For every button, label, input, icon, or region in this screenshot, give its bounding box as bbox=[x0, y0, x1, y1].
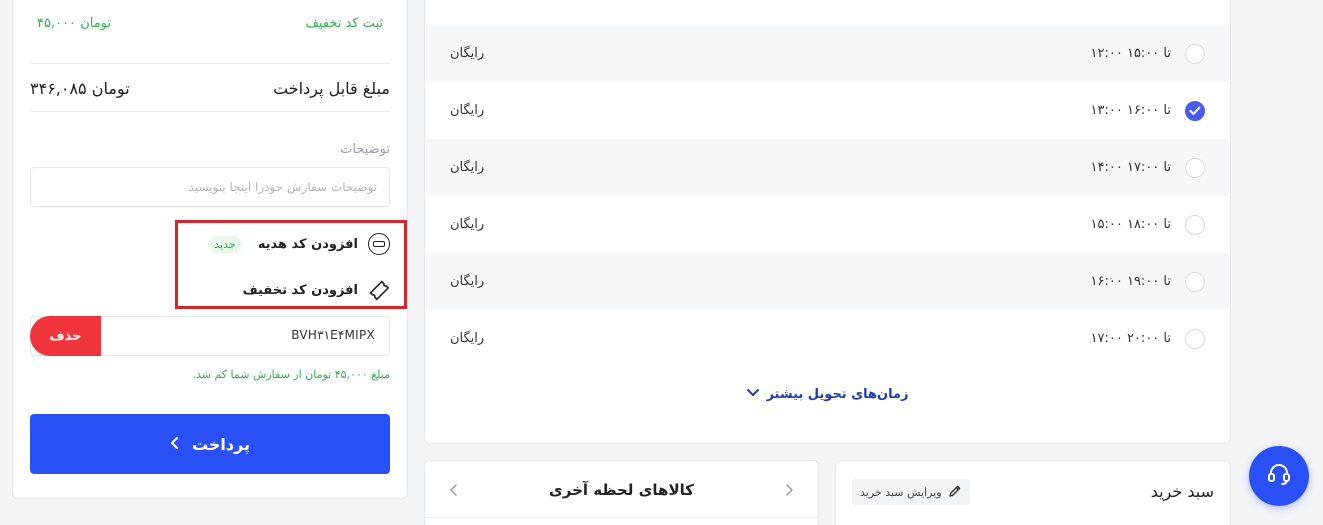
delivery-slot-row[interactable]: رایگان ۱۲:۰۰ تا ۱۵:۰۰ bbox=[426, 25, 1229, 82]
more-times-label: زمان‌های تحویل بیشتر bbox=[766, 387, 909, 402]
delivery-slot-row[interactable]: رایگان ۱۴:۰۰ تا ۱۷:۰۰ bbox=[426, 139, 1229, 196]
last-minute-products-card: کالاهای لحظه آخری bbox=[424, 460, 819, 525]
divider bbox=[30, 111, 390, 112]
slot-time: ۱۷:۰۰ تا ۲۰:۰۰ bbox=[1090, 331, 1171, 346]
divider bbox=[30, 63, 390, 64]
pay-label: پرداخت bbox=[191, 434, 251, 454]
discount-label: ثبت کد تخفیف bbox=[305, 15, 383, 31]
support-button[interactable] bbox=[1249, 446, 1309, 506]
pencil-icon bbox=[948, 484, 962, 501]
order-summary-card: ۴۵,۰۰۰ تومان ثبت کد تخفیف ۳۴۶,۰۸۵ تومان … bbox=[12, 0, 408, 499]
slot-time: ۱۵:۰۰ تا ۱۸:۰۰ bbox=[1090, 217, 1171, 232]
edit-cart-button[interactable]: ویرایش سبد خرید bbox=[852, 479, 970, 505]
promo-options-highlight: افزودن کد هدیه جدید افزودن کد تخفیف bbox=[175, 220, 407, 309]
add-discount-code-label: افزودن کد تخفیف bbox=[242, 282, 358, 298]
delivery-slot-row[interactable]: رایگان ۱۶:۰۰ تا ۱۹:۰۰ bbox=[426, 253, 1229, 310]
edit-cart-label: ویرایش سبد خرید bbox=[860, 485, 942, 499]
cart-card: ویرایش سبد خرید سبد خرید bbox=[835, 460, 1231, 525]
add-discount-code-button[interactable]: افزودن کد تخفیف bbox=[243, 278, 390, 302]
slot-time: ۱۲:۰۰ تا ۱۵:۰۰ bbox=[1090, 46, 1171, 61]
cart-title: سبد خرید bbox=[1150, 482, 1214, 501]
slot-radio[interactable] bbox=[1185, 328, 1205, 349]
payable-row: ۳۴۶,۰۸۵ تومان مبلغ قابل پرداخت bbox=[30, 75, 390, 101]
coupon-code-value: BVH۳۱E۴MIPX bbox=[291, 328, 375, 342]
add-gift-code-label: افزودن کد هدیه bbox=[257, 236, 358, 252]
new-badge: جدید bbox=[208, 235, 242, 253]
more-delivery-times-button[interactable]: زمان‌های تحویل بیشتر bbox=[425, 387, 1230, 402]
slot-time-group: ۱۵:۰۰ تا ۱۸:۰۰ bbox=[1090, 214, 1205, 235]
discount-amount: ۴۵,۰۰۰ تومان bbox=[37, 15, 111, 31]
chevron-down-icon bbox=[746, 387, 760, 402]
divider bbox=[425, 517, 818, 518]
delivery-slot-row[interactable]: رایگان ۱۳:۰۰ تا ۱۶:۰۰ bbox=[426, 82, 1229, 139]
next-chevron-icon[interactable] bbox=[780, 481, 798, 499]
slot-time: ۱۴:۰۰ تا ۱۷:۰۰ bbox=[1090, 160, 1171, 175]
discount-row: ۴۵,۰۰۰ تومان ثبت کد تخفیف bbox=[37, 13, 383, 33]
slot-time-group: ۱۷:۰۰ تا ۲۰:۰۰ bbox=[1090, 328, 1205, 349]
gift-card-icon bbox=[368, 233, 390, 255]
delivery-slot-row[interactable]: رایگان ۱۷:۰۰ تا ۲۰:۰۰ bbox=[426, 310, 1229, 367]
slot-price: رایگان bbox=[450, 46, 485, 61]
slot-price: رایگان bbox=[450, 103, 485, 118]
slot-radio[interactable] bbox=[1185, 271, 1205, 292]
slot-time: ۱۶:۰۰ تا ۱۹:۰۰ bbox=[1090, 274, 1171, 289]
check-icon bbox=[1189, 106, 1201, 115]
slot-radio[interactable] bbox=[1185, 157, 1205, 178]
slot-price: رایگان bbox=[450, 160, 485, 175]
applied-coupon-field: BVH۳۱E۴MIPX حذف bbox=[30, 316, 390, 356]
notes-label: توضیحات bbox=[340, 142, 390, 157]
pay-button[interactable]: پرداخت bbox=[30, 414, 390, 474]
payable-label: مبلغ قابل پرداخت bbox=[273, 78, 390, 98]
slot-time-group: ۱۶:۰۰ تا ۱۹:۰۰ bbox=[1090, 271, 1205, 292]
slot-radio[interactable] bbox=[1185, 214, 1205, 235]
slot-time: ۱۳:۰۰ تا ۱۶:۰۰ bbox=[1090, 103, 1171, 118]
discount-success-message: مبلغ ۴۵,۰۰۰ تومان از سفارش شما کم شد. bbox=[192, 368, 390, 381]
slot-price: رایگان bbox=[450, 217, 485, 232]
payable-amount: ۳۴۶,۰۸۵ تومان bbox=[30, 78, 130, 98]
delete-coupon-button[interactable]: حذف bbox=[30, 316, 101, 356]
headset-icon bbox=[1265, 460, 1293, 492]
slot-time-group: ۱۳:۰۰ تا ۱۶:۰۰ bbox=[1090, 100, 1205, 121]
ticket-icon bbox=[368, 279, 390, 301]
chevron-left-icon bbox=[170, 435, 180, 454]
delivery-slots-card: رایگان ۱۲:۰۰ تا ۱۵:۰۰ رایگان ۱۳:۰۰ تا ۱۶:۰۰… bbox=[424, 0, 1231, 444]
slot-radio[interactable] bbox=[1185, 43, 1205, 64]
last-minute-title: کالاهای لحظه آخری bbox=[549, 481, 694, 499]
slot-price: رایگان bbox=[450, 274, 485, 289]
slot-time-group: ۱۴:۰۰ تا ۱۷:۰۰ bbox=[1090, 157, 1205, 178]
slot-price: رایگان bbox=[450, 331, 485, 346]
slot-radio-checked[interactable] bbox=[1185, 100, 1205, 121]
notes-input[interactable] bbox=[30, 167, 390, 207]
delivery-slot-row[interactable]: رایگان ۱۵:۰۰ تا ۱۸:۰۰ bbox=[426, 196, 1229, 253]
add-gift-code-button[interactable]: افزودن کد هدیه جدید bbox=[208, 232, 390, 256]
slot-time-group: ۱۲:۰۰ تا ۱۵:۰۰ bbox=[1090, 43, 1205, 64]
